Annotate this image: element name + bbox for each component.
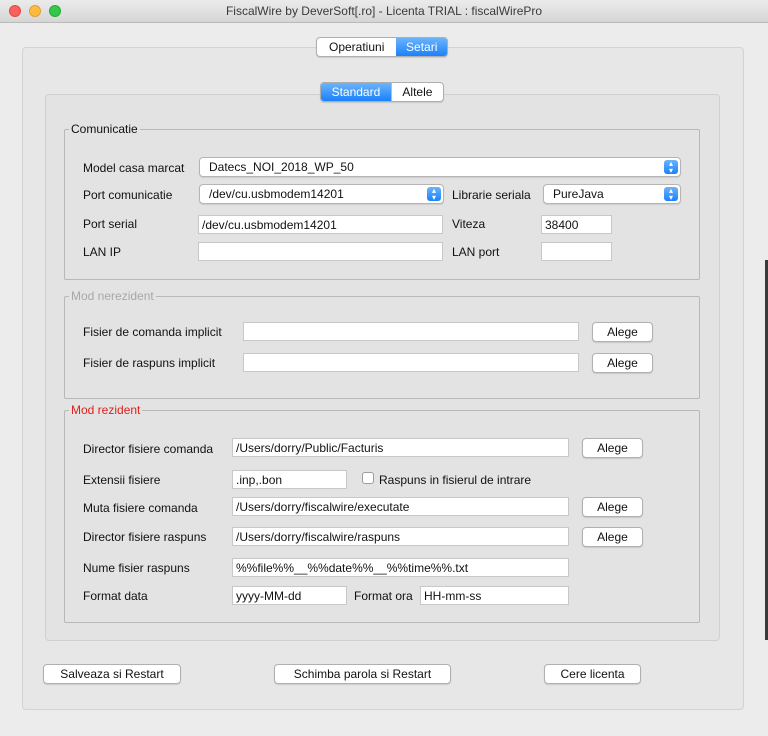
lanip-input[interactable]: [198, 242, 443, 261]
format-ora-input[interactable]: [420, 586, 569, 605]
choose-resp-implicit-button[interactable]: Alege: [592, 353, 653, 373]
choose-muta-button[interactable]: Alege: [582, 497, 643, 517]
change-password-button[interactable]: Schimba parola si Restart: [274, 664, 451, 684]
viteza-input[interactable]: [541, 215, 612, 234]
chevron-updown-icon: ▴ ▾: [427, 187, 441, 202]
viteza-label: Viteza: [452, 217, 486, 231]
serial-label: Port serial: [83, 217, 138, 231]
librarie-value: PureJava: [553, 187, 604, 201]
tab-operatiuni[interactable]: Operatiuni: [317, 38, 396, 56]
muta-label: Muta fisiere comanda: [83, 501, 198, 515]
window-title: FiscalWire by DeverSoft[.ro] - Licenta T…: [225, 4, 543, 18]
model-label: Model casa marcat: [83, 161, 185, 175]
save-restart-button[interactable]: Salveaza si Restart: [43, 664, 181, 684]
cmd-implicit-input[interactable]: [243, 322, 579, 341]
dir-resp-input[interactable]: [232, 527, 569, 546]
nume-input[interactable]: [232, 558, 569, 577]
port-select[interactable]: /dev/cu.usbmodem14201 ▴ ▾: [199, 184, 444, 204]
sub-tab-bar: Standard Altele: [320, 82, 444, 102]
cmd-implicit-label: Fisier de comanda implicit: [83, 325, 222, 339]
chevron-updown-icon: ▴ ▾: [664, 160, 678, 175]
request-license-button[interactable]: Cere licenta: [544, 664, 641, 684]
dir-cmd-label: Director fisiere comanda: [83, 442, 214, 456]
choose-cmd-implicit-button[interactable]: Alege: [592, 322, 653, 342]
resp-implicit-label: Fisier de raspuns implicit: [83, 356, 216, 370]
choose-dir-resp-button[interactable]: Alege: [582, 527, 643, 547]
librarie-label: Librarie seriala: [452, 188, 531, 202]
comunicatie-legend: Comunicatie: [71, 122, 138, 136]
dir-resp-label: Director fisiere raspuns: [83, 530, 207, 544]
extensii-input[interactable]: [232, 470, 347, 489]
extensii-label: Extensii fisiere: [83, 473, 161, 487]
port-label: Port comunicatie: [83, 188, 173, 202]
tab-altele[interactable]: Altele: [390, 83, 443, 101]
nerezident-legend: Mod nerezident: [71, 289, 154, 303]
rezident-legend: Mod rezident: [71, 403, 141, 417]
model-select[interactable]: Datecs_NOI_2018_WP_50 ▴ ▾: [199, 157, 681, 177]
choose-dir-cmd-button[interactable]: Alege: [582, 438, 643, 458]
model-value: Datecs_NOI_2018_WP_50: [209, 160, 354, 174]
main-tab-bar: Operatiuni Setari: [316, 37, 448, 57]
lanip-label: LAN IP: [83, 245, 122, 259]
format-data-label: Format data: [83, 589, 148, 603]
muta-input[interactable]: [232, 497, 569, 516]
format-ora-label: Format ora: [354, 589, 413, 603]
lanport-input[interactable]: [541, 242, 612, 261]
raspuns-checkbox[interactable]: [362, 472, 374, 484]
librarie-select[interactable]: PureJava ▴ ▾: [543, 184, 681, 204]
chevron-updown-icon: ▴ ▾: [664, 187, 678, 202]
serial-input[interactable]: [198, 215, 443, 234]
nume-label: Nume fisier raspuns: [83, 561, 190, 575]
resp-implicit-input[interactable]: [243, 353, 579, 372]
port-value: /dev/cu.usbmodem14201: [209, 187, 344, 201]
tab-setari[interactable]: Setari: [396, 38, 447, 56]
raspuns-checkbox-label: Raspuns in fisierul de intrare: [379, 473, 532, 487]
format-data-input[interactable]: [232, 586, 347, 605]
window-titlebar: FiscalWire by DeverSoft[.ro] - Licenta T…: [0, 0, 768, 23]
dir-cmd-input[interactable]: [232, 438, 569, 457]
lanport-label: LAN port: [452, 245, 500, 259]
nerezident-group: Mod nerezident: [64, 289, 700, 399]
tab-standard[interactable]: Standard: [321, 83, 391, 101]
